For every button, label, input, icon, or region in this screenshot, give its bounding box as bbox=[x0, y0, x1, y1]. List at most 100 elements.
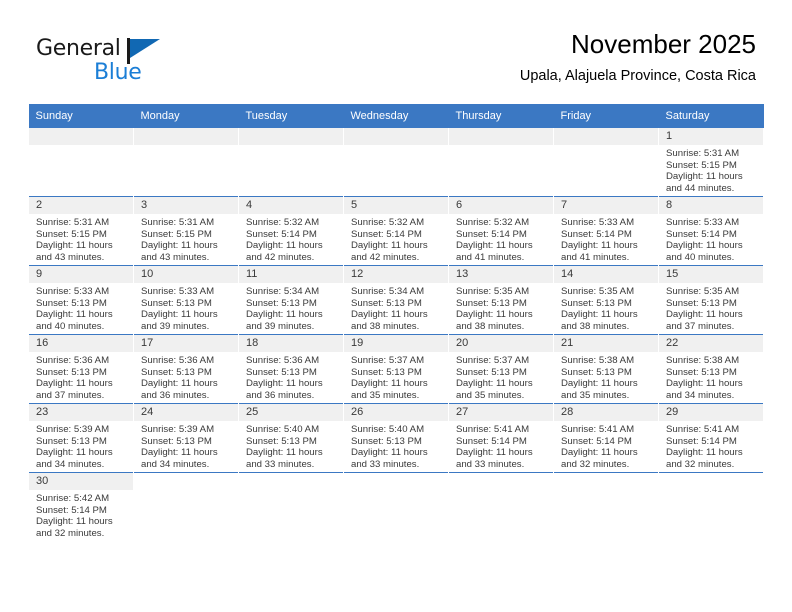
day-number bbox=[134, 128, 238, 145]
day-cell-inner bbox=[344, 128, 448, 196]
calendar-day-cell[interactable]: 18 Sunrise: 5:36 AM Sunset: 5:13 PM Dayligh… bbox=[238, 334, 344, 404]
day-cell-inner: 20 Sunrise: 5:37 AM Sunset: 5:13 PM Dayligh… bbox=[449, 335, 553, 403]
calendar-day-cell[interactable]: 23 Sunrise: 5:39 AM Sunset: 5:13 PM Dayligh… bbox=[28, 403, 134, 473]
day-cell-inner: 8 Sunrise: 5:33 AM Sunset: 5:14 PM Daylight… bbox=[659, 197, 763, 265]
day-number bbox=[449, 128, 553, 145]
day-cell-inner bbox=[449, 128, 553, 196]
calendar-week-row: 9 Sunrise: 5:33 AM Sunset: 5:13 PM Daylight… bbox=[28, 265, 764, 335]
day-cell-inner: 26 Sunrise: 5:40 AM Sunset: 5:13 PM Dayligh… bbox=[344, 404, 448, 472]
daylight-text: Daylight: 11 hours bbox=[246, 447, 323, 459]
day-number: 17 bbox=[134, 335, 238, 352]
day-number bbox=[239, 128, 343, 145]
day-cell-inner: 30 Sunrise: 5:42 AM Sunset: 5:14 PM Dayligh… bbox=[29, 473, 133, 541]
sunrise-text: Sunrise: 5:33 AM bbox=[561, 217, 635, 228]
daylight-text-cont: and 35 minutes. bbox=[561, 389, 630, 401]
day-cell-inner: 1 Sunrise: 5:31 AM Sunset: 5:15 PM Daylight… bbox=[659, 128, 763, 196]
daylight-text-cont: and 36 minutes. bbox=[141, 389, 210, 401]
daylight-text: Daylight: 11 hours bbox=[141, 378, 218, 390]
sun-info: Sunrise: 5:33 AM Sunset: 5:13 PM Daylight:… bbox=[134, 283, 238, 332]
sun-info: Sunrise: 5:35 AM Sunset: 5:13 PM Daylight:… bbox=[449, 283, 553, 332]
daylight-text-cont: and 35 minutes. bbox=[351, 389, 420, 401]
daylight-text: Daylight: 11 hours bbox=[36, 447, 113, 459]
calendar-day-cell[interactable]: 21 Sunrise: 5:38 AM Sunset: 5:13 PM Dayligh… bbox=[553, 334, 659, 404]
day-number bbox=[344, 473, 448, 490]
calendar-day-cell[interactable]: 29 Sunrise: 5:41 AM Sunset: 5:14 PM Dayligh… bbox=[658, 403, 764, 473]
sunset-text: Sunset: 5:13 PM bbox=[141, 366, 212, 378]
calendar-day-cell[interactable]: 16 Sunrise: 5:36 AM Sunset: 5:13 PM Dayligh… bbox=[28, 334, 134, 404]
daylight-text: Daylight: 11 hours bbox=[351, 240, 428, 252]
calendar-day-cell[interactable]: 27 Sunrise: 5:41 AM Sunset: 5:14 PM Dayligh… bbox=[448, 403, 554, 473]
calendar-day-cell[interactable]: 30 Sunrise: 5:42 AM Sunset: 5:14 PM Dayligh… bbox=[28, 472, 134, 541]
day-number: 8 bbox=[659, 197, 763, 214]
calendar-day-cell[interactable]: 3 Sunrise: 5:31 AM Sunset: 5:15 PM Daylight… bbox=[133, 196, 239, 266]
daylight-text-cont: and 32 minutes. bbox=[561, 458, 630, 470]
calendar-day-cell[interactable]: 5 Sunrise: 5:32 AM Sunset: 5:14 PM Daylight… bbox=[343, 196, 449, 266]
day-number: 2 bbox=[29, 197, 133, 214]
sunrise-text: Sunrise: 5:32 AM bbox=[246, 217, 320, 228]
sunset-text: Sunset: 5:15 PM bbox=[36, 228, 107, 240]
daylight-text-cont: and 37 minutes. bbox=[36, 389, 105, 401]
day-cell-inner bbox=[239, 473, 343, 541]
day-cell-inner: 28 Sunrise: 5:41 AM Sunset: 5:14 PM Dayligh… bbox=[554, 404, 658, 472]
calendar-cell-outside bbox=[553, 472, 659, 541]
calendar-day-cell[interactable]: 4 Sunrise: 5:32 AM Sunset: 5:14 PM Daylight… bbox=[238, 196, 344, 266]
calendar-day-cell[interactable]: 20 Sunrise: 5:37 AM Sunset: 5:13 PM Dayligh… bbox=[448, 334, 554, 404]
sun-info bbox=[659, 490, 763, 493]
sun-info: Sunrise: 5:36 AM Sunset: 5:13 PM Daylight:… bbox=[29, 352, 133, 401]
daylight-text-cont: and 38 minutes. bbox=[561, 320, 630, 332]
day-cell-inner: 21 Sunrise: 5:38 AM Sunset: 5:13 PM Dayligh… bbox=[554, 335, 658, 403]
daylight-text: Daylight: 11 hours bbox=[36, 378, 113, 390]
daylight-text-cont: and 36 minutes. bbox=[246, 389, 315, 401]
calendar-day-cell[interactable]: 12 Sunrise: 5:34 AM Sunset: 5:13 PM Dayligh… bbox=[343, 265, 449, 335]
calendar-day-cell[interactable]: 7 Sunrise: 5:33 AM Sunset: 5:14 PM Daylight… bbox=[553, 196, 659, 266]
weekday-header-friday: Friday bbox=[553, 104, 659, 128]
calendar-day-cell[interactable]: 26 Sunrise: 5:40 AM Sunset: 5:13 PM Dayligh… bbox=[343, 403, 449, 473]
day-cell-inner: 17 Sunrise: 5:36 AM Sunset: 5:13 PM Dayligh… bbox=[134, 335, 238, 403]
day-cell-inner: 22 Sunrise: 5:38 AM Sunset: 5:13 PM Dayligh… bbox=[659, 335, 763, 403]
calendar-day-cell[interactable]: 19 Sunrise: 5:37 AM Sunset: 5:13 PM Dayligh… bbox=[343, 334, 449, 404]
calendar-day-cell[interactable]: 6 Sunrise: 5:32 AM Sunset: 5:14 PM Daylight… bbox=[448, 196, 554, 266]
sun-info: Sunrise: 5:39 AM Sunset: 5:13 PM Daylight:… bbox=[29, 421, 133, 470]
title-block: November 2025 Upala, Alajuela Province, … bbox=[520, 28, 756, 86]
calendar-day-cell[interactable]: 14 Sunrise: 5:35 AM Sunset: 5:13 PM Dayligh… bbox=[553, 265, 659, 335]
day-number: 29 bbox=[659, 404, 763, 421]
daylight-text-cont: and 43 minutes. bbox=[36, 251, 105, 263]
page-subtitle: Upala, Alajuela Province, Costa Rica bbox=[519, 68, 756, 84]
general-blue-logo[interactable]: General Blue bbox=[36, 36, 206, 92]
calendar-day-cell[interactable]: 24 Sunrise: 5:39 AM Sunset: 5:13 PM Dayligh… bbox=[133, 403, 239, 473]
sunset-text: Sunset: 5:13 PM bbox=[246, 366, 317, 378]
daylight-text: Daylight: 11 hours bbox=[141, 447, 218, 459]
calendar-day-cell[interactable]: 13 Sunrise: 5:35 AM Sunset: 5:13 PM Dayligh… bbox=[448, 265, 554, 335]
calendar-week-row: 1 Sunrise: 5:31 AM Sunset: 5:15 PM Daylight… bbox=[28, 128, 764, 197]
day-number bbox=[239, 473, 343, 490]
calendar-day-cell[interactable]: 1 Sunrise: 5:31 AM Sunset: 5:15 PM Daylight… bbox=[658, 128, 764, 197]
day-cell-inner: 27 Sunrise: 5:41 AM Sunset: 5:14 PM Dayligh… bbox=[449, 404, 553, 472]
calendar-day-cell[interactable]: 10 Sunrise: 5:33 AM Sunset: 5:13 PM Dayligh… bbox=[133, 265, 239, 335]
calendar-day-cell[interactable]: 25 Sunrise: 5:40 AM Sunset: 5:13 PM Dayligh… bbox=[238, 403, 344, 473]
sunrise-text: Sunrise: 5:38 AM bbox=[666, 355, 740, 366]
sun-info: Sunrise: 5:41 AM Sunset: 5:14 PM Daylight:… bbox=[659, 421, 763, 470]
calendar-day-cell[interactable]: 2 Sunrise: 5:31 AM Sunset: 5:15 PM Daylight… bbox=[28, 196, 134, 266]
calendar-day-cell[interactable]: 9 Sunrise: 5:33 AM Sunset: 5:13 PM Daylight… bbox=[28, 265, 134, 335]
sunset-text: Sunset: 5:14 PM bbox=[666, 228, 737, 240]
calendar-page: General Blue November 2025 Upala, Alajue… bbox=[0, 0, 792, 612]
calendar-table: Sunday Monday Tuesday Wednesday Thursday… bbox=[28, 104, 764, 541]
calendar-day-cell[interactable]: 15 Sunrise: 5:35 AM Sunset: 5:13 PM Dayligh… bbox=[658, 265, 764, 335]
sunrise-text: Sunrise: 5:36 AM bbox=[141, 355, 215, 366]
sun-info: Sunrise: 5:33 AM Sunset: 5:14 PM Daylight:… bbox=[659, 214, 763, 263]
day-number bbox=[554, 473, 658, 490]
sun-info: Sunrise: 5:40 AM Sunset: 5:13 PM Daylight:… bbox=[239, 421, 343, 470]
calendar-day-cell[interactable]: 11 Sunrise: 5:34 AM Sunset: 5:13 PM Dayligh… bbox=[238, 265, 344, 335]
sunset-text: Sunset: 5:13 PM bbox=[351, 435, 422, 447]
calendar-day-cell[interactable]: 22 Sunrise: 5:38 AM Sunset: 5:13 PM Dayligh… bbox=[658, 334, 764, 404]
day-number: 6 bbox=[449, 197, 553, 214]
sunset-text: Sunset: 5:14 PM bbox=[561, 228, 632, 240]
sunset-text: Sunset: 5:13 PM bbox=[141, 435, 212, 447]
daylight-text-cont: and 40 minutes. bbox=[666, 251, 735, 263]
calendar-day-cell[interactable]: 17 Sunrise: 5:36 AM Sunset: 5:13 PM Dayligh… bbox=[133, 334, 239, 404]
sun-info: Sunrise: 5:37 AM Sunset: 5:13 PM Daylight:… bbox=[344, 352, 448, 401]
day-number: 21 bbox=[554, 335, 658, 352]
calendar-day-cell[interactable]: 8 Sunrise: 5:33 AM Sunset: 5:14 PM Daylight… bbox=[658, 196, 764, 266]
logo-text-general: General bbox=[36, 36, 121, 61]
calendar-day-cell[interactable]: 28 Sunrise: 5:41 AM Sunset: 5:14 PM Dayligh… bbox=[553, 403, 659, 473]
